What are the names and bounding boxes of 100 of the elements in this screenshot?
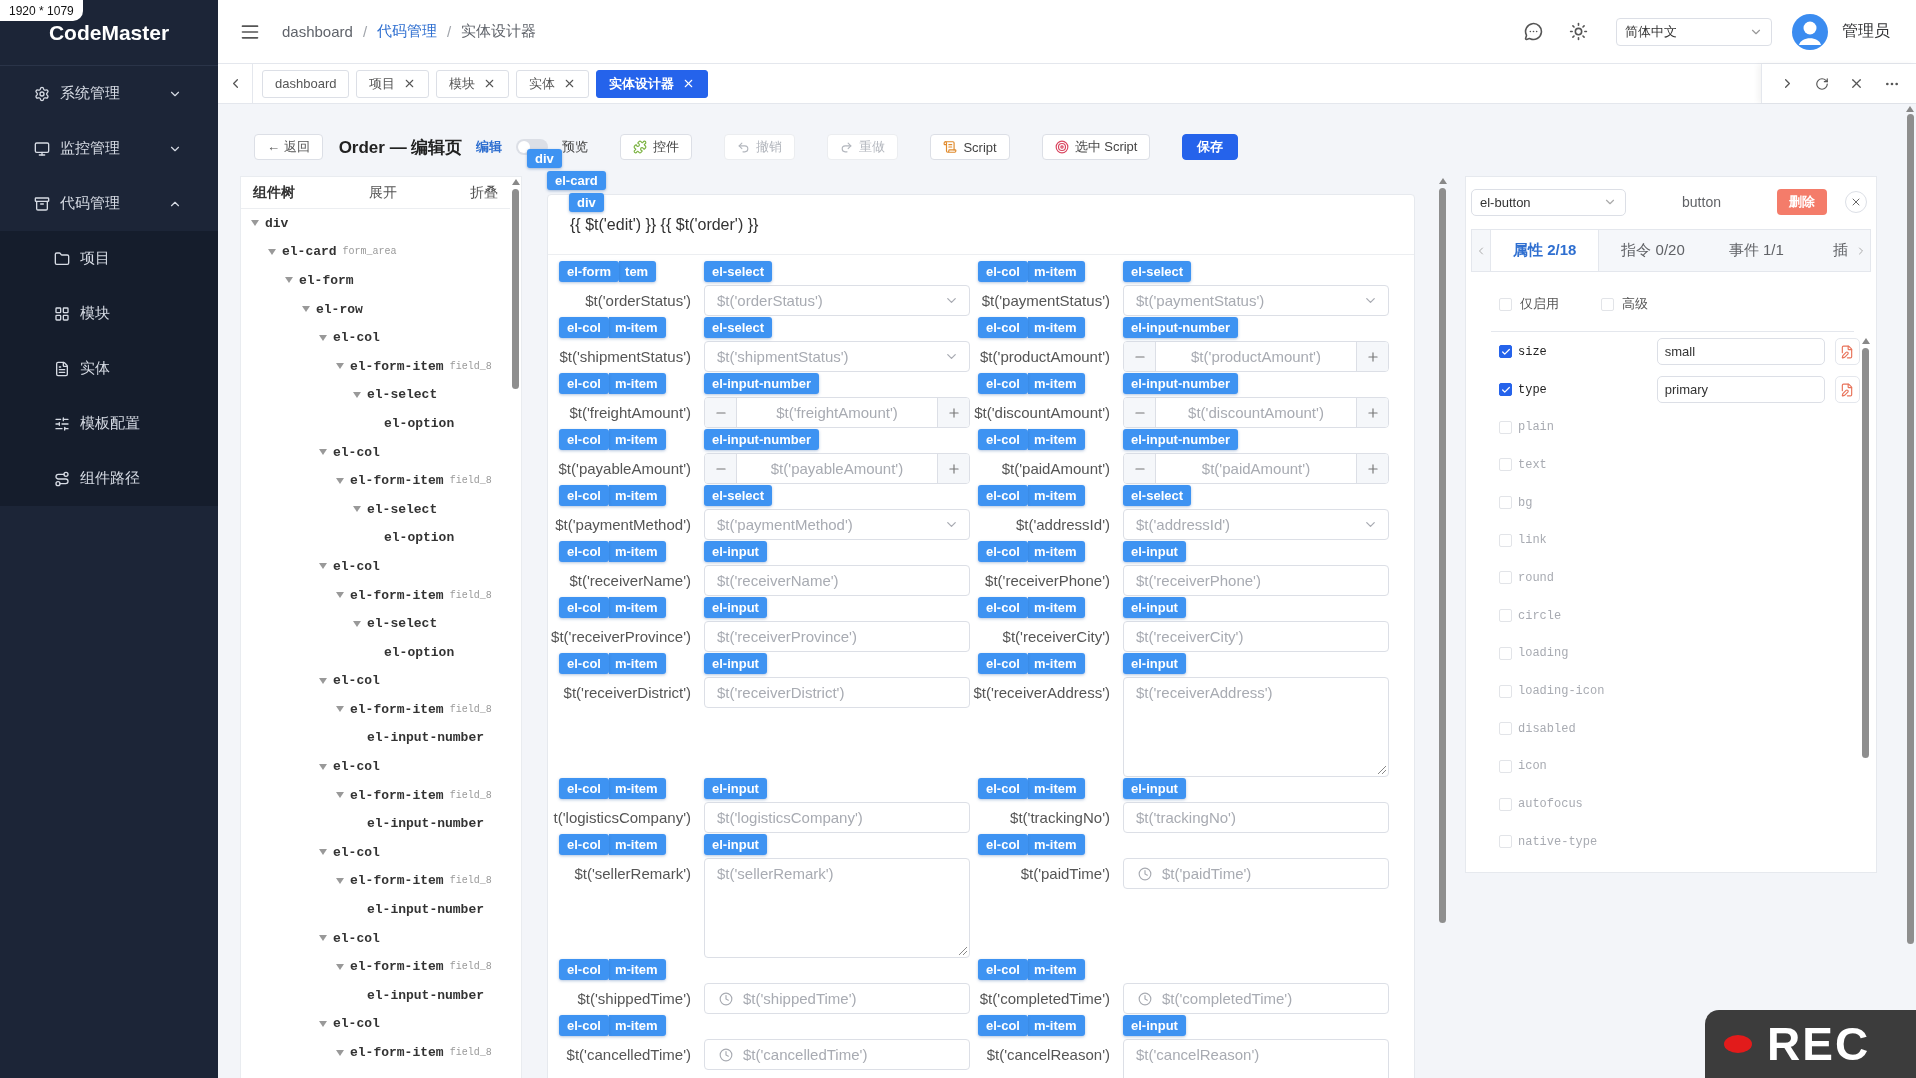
tree-node[interactable]: div (265, 215, 289, 231)
delete-button[interactable]: 删除 (1777, 189, 1827, 215)
component-tag[interactable]: m-item (608, 834, 666, 855)
menu-item[interactable]: 监控管理 (0, 121, 218, 176)
select-field[interactable]: $t('shipmentStatus') (704, 341, 970, 372)
checkbox[interactable] (1499, 383, 1512, 397)
expand-link[interactable]: 展开 (368, 183, 397, 202)
component-tag[interactable]: el-input (704, 653, 767, 674)
tree-node[interactable]: el-input-number (367, 902, 485, 918)
tree-node[interactable]: el-option (384, 644, 455, 660)
component-tag[interactable]: m-item (1027, 778, 1085, 799)
caret-icon[interactable] (319, 1020, 327, 1027)
toolbar-button[interactable]: Script (930, 134, 1010, 160)
caret-icon[interactable] (353, 506, 361, 513)
tree-node[interactable]: el-form (299, 273, 354, 288)
user-name[interactable]: 管理员 (1842, 21, 1890, 42)
breadcrumb-item[interactable]: 代码管理 (377, 22, 438, 41)
component-tag[interactable]: el-select (704, 485, 773, 506)
component-tag[interactable]: el-col (978, 429, 1028, 450)
refresh-icon[interactable] (1815, 76, 1829, 91)
submenu-item[interactable]: 模块 (0, 286, 218, 341)
component-tag[interactable]: el-input-number (704, 373, 819, 394)
page-tab[interactable]: 实体设计器 (596, 69, 709, 98)
component-tag[interactable]: el-input (1123, 541, 1186, 562)
component-tag[interactable]: m-item (608, 373, 666, 394)
component-tag[interactable]: el-col (559, 1015, 609, 1036)
component-tag[interactable]: el-input (704, 597, 767, 618)
close-icon[interactable] (1849, 76, 1864, 91)
toolbar-button[interactable]: 控件 (620, 134, 693, 160)
component-tag[interactable]: el-input-number (704, 429, 819, 450)
number-field[interactable]: $t('freightAmount') (704, 397, 970, 428)
component-tag[interactable]: el-col (978, 373, 1028, 394)
component-tag[interactable]: el-input-number (1123, 317, 1238, 338)
caret-icon[interactable] (336, 792, 344, 799)
textarea-field[interactable]: $t('sellerRemark') (704, 858, 970, 958)
component-tag[interactable]: el-col (559, 317, 609, 338)
submenu-item[interactable]: 组件路径 (0, 451, 218, 506)
sun-icon[interactable] (1569, 22, 1588, 41)
input-field[interactable]: $t('receiverProvince') (704, 621, 970, 652)
page-tab[interactable]: 项目 (356, 69, 430, 98)
caret-icon[interactable] (353, 620, 361, 627)
caret-icon[interactable] (319, 563, 327, 570)
collapse-link[interactable]: 折叠 (470, 183, 498, 202)
component-tag[interactable]: m-item (1027, 834, 1085, 855)
component-tag[interactable]: el-input (704, 541, 767, 562)
select-field[interactable]: $t('addressId') (1123, 509, 1389, 540)
component-tag[interactable]: el-col (559, 653, 609, 674)
component-tag[interactable]: m-item (608, 959, 666, 980)
caret-icon[interactable] (336, 592, 344, 598)
tree-node[interactable]: el-col (333, 444, 380, 460)
component-tag[interactable]: el-select (704, 317, 773, 338)
caret-icon[interactable] (319, 849, 327, 856)
tree-node[interactable]: el-form-item (350, 787, 444, 803)
number-field[interactable]: $t('payableAmount') (704, 453, 970, 484)
component-tag[interactable]: m-item (1027, 653, 1085, 674)
tree-node[interactable]: el-input-number (367, 987, 485, 1003)
tree-node[interactable]: el-col (333, 759, 380, 775)
component-tag[interactable]: el-input (1123, 778, 1186, 799)
input-field[interactable]: $t('receiverCity') (1123, 621, 1389, 652)
plus-icon[interactable] (1356, 398, 1388, 427)
caret-icon[interactable] (285, 277, 293, 284)
tree-node[interactable]: el-form-item (350, 358, 444, 374)
tree-node[interactable]: el-card (282, 244, 337, 260)
tree-node[interactable]: el-form-item (350, 473, 444, 489)
component-tag[interactable]: el-col (978, 778, 1028, 799)
input-field[interactable]: $t('receiverPhone') (1123, 565, 1389, 596)
caret-icon[interactable] (353, 391, 361, 398)
submenu-item[interactable]: 项目 (0, 231, 218, 286)
page-tab[interactable]: 模块 (436, 69, 510, 98)
component-tag[interactable]: m-item (1027, 1015, 1085, 1036)
tree-node[interactable]: el-col (333, 558, 380, 574)
caret-icon[interactable] (336, 1049, 344, 1056)
chat-icon[interactable] (1524, 22, 1543, 41)
caret-icon[interactable] (319, 763, 327, 770)
tree-node[interactable]: el-select (367, 501, 438, 517)
component-tag[interactable]: el-col (978, 1015, 1028, 1036)
component-tag[interactable]: el-card (547, 171, 606, 190)
component-tag[interactable]: el-col (978, 834, 1028, 855)
tree-node[interactable]: el-col (333, 330, 380, 346)
component-tag[interactable]: el-col (978, 261, 1028, 282)
scrollbar-thumb[interactable] (1862, 348, 1869, 758)
number-field[interactable]: $t('productAmount') (1123, 341, 1389, 372)
number-field[interactable]: $t('discountAmount') (1123, 397, 1389, 428)
component-tag[interactable]: m-item (1027, 959, 1085, 980)
scrollbar-thumb[interactable] (512, 189, 519, 389)
component-tag[interactable]: el-col (978, 317, 1028, 338)
caret-icon[interactable] (319, 334, 327, 341)
component-tag[interactable]: el-col (978, 597, 1028, 618)
tree-node[interactable]: el-form-item (350, 1045, 444, 1060)
component-tag[interactable]: el-col (978, 959, 1028, 980)
component-tag[interactable]: m-item (608, 597, 666, 618)
component-tag[interactable]: m-item (608, 778, 666, 799)
checkbox[interactable] (1499, 345, 1512, 359)
caret-icon[interactable] (336, 706, 344, 713)
plus-icon[interactable] (1356, 342, 1388, 371)
page-tab[interactable]: 实体 (516, 69, 590, 98)
select-field[interactable]: $t('paymentMethod') (704, 509, 970, 540)
back-button[interactable]: ← 返回 (254, 134, 323, 160)
component-select[interactable]: el-button (1471, 188, 1626, 216)
component-tag[interactable]: m-item (1027, 485, 1085, 506)
